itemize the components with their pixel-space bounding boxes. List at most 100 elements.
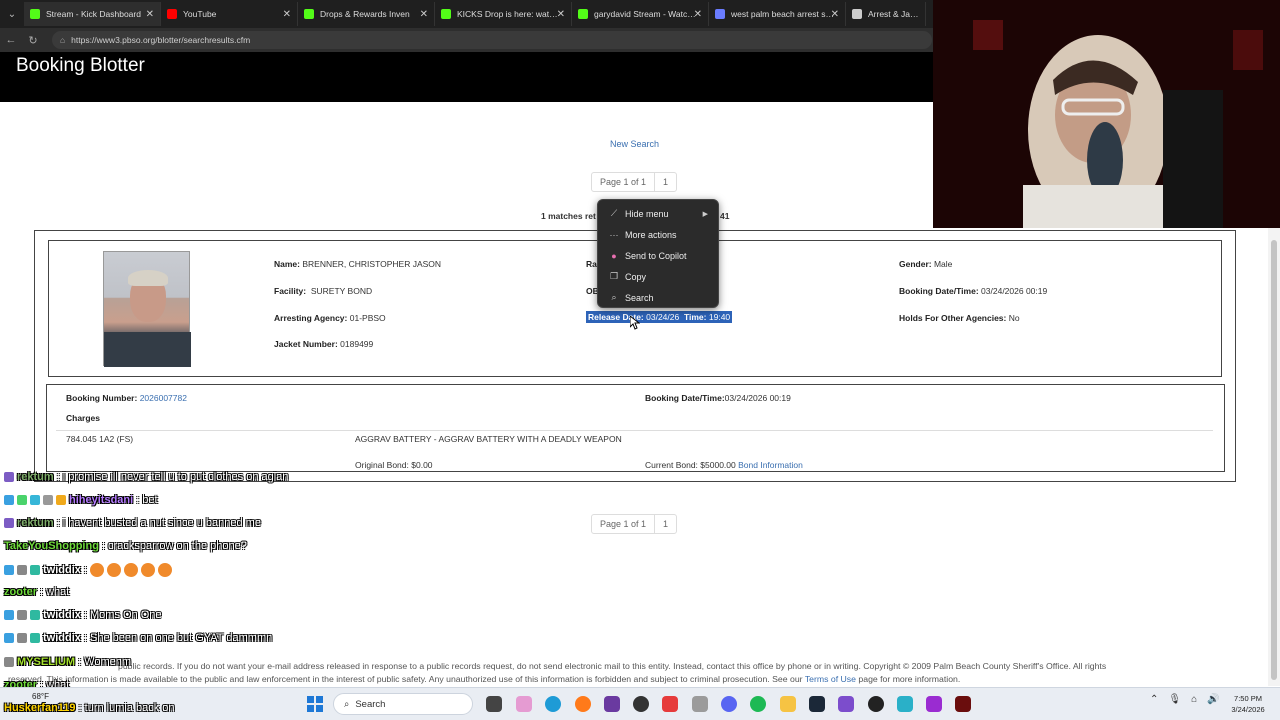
windows-start-icon[interactable] (307, 696, 323, 712)
pager-label: Page 1 of 1 (600, 519, 647, 529)
tab-garydavid[interactable]: garydavid Stream - Watch Li ✕ (572, 2, 709, 26)
tab-label: Stream - Kick Dashboard (46, 9, 141, 19)
chat-username[interactable]: twiddix (43, 564, 81, 576)
close-icon[interactable]: ✕ (831, 9, 839, 20)
copilot-icon[interactable] (516, 696, 532, 712)
chat-username[interactable]: hiheyitsdani (69, 494, 133, 506)
chat-username[interactable]: TakeYouShopping (4, 540, 99, 552)
menu-item-send-to-copilot[interactable]: ● Send to Copilot (598, 245, 718, 266)
badge-icon (4, 657, 14, 667)
close-icon[interactable]: ✕ (146, 9, 154, 20)
chat-username[interactable]: rektum (17, 471, 54, 483)
chevron-up-icon[interactable]: ⌃ (1150, 694, 1158, 705)
chat-username[interactable]: twiddix (43, 632, 81, 644)
new-search-link[interactable]: New Search (610, 139, 659, 149)
mugshot-photo (103, 251, 191, 367)
app-icon[interactable] (897, 696, 913, 712)
chat-username[interactable]: MYSELIUM (17, 656, 75, 668)
pager-bottom: Page 1 of 1 1 (591, 514, 678, 534)
name-field: Name: BRENNER, CHRISTOPHER JASON (274, 259, 442, 269)
copy-icon: ❐ (609, 271, 619, 281)
chat-text: : i promise ill never tell u to put clot… (56, 471, 289, 483)
chat-username[interactable]: zooter (4, 586, 37, 598)
discord-icon[interactable] (721, 696, 737, 712)
app-icon[interactable] (868, 696, 884, 712)
url-field[interactable]: ⌂ https://www3.pbso.org/blotter/searchre… (52, 31, 932, 49)
chat-message: zooter : what (4, 586, 69, 598)
chat-text: : what (40, 586, 70, 598)
taskbar-clock[interactable]: 7:50 PM 3/24/2026 (1224, 693, 1272, 715)
tab-search[interactable]: west palm beach arrest sear ✕ (709, 2, 846, 26)
badge-icon (4, 633, 14, 643)
scrollbar-thumb[interactable] (1271, 240, 1277, 680)
app-icon[interactable] (692, 696, 708, 712)
app-icon[interactable] (662, 696, 678, 712)
jacket-number-field: Jacket Number: 0189499 (274, 339, 374, 349)
chat-username[interactable]: twiddix (43, 609, 81, 621)
tab-youtube[interactable]: YouTube ✕ (161, 2, 298, 26)
mouse-cursor-icon (630, 316, 640, 330)
badge-icon (4, 610, 14, 620)
tab-actions-icon[interactable]: ⌄ (0, 0, 24, 28)
holds-field: Holds For Other Agencies: No (899, 313, 1020, 323)
chat-text: : i havent busted a nut since u banned m… (56, 517, 261, 529)
volume-icon[interactable]: 🔊 (1207, 694, 1219, 705)
pager-page-1[interactable]: 1 (654, 515, 676, 533)
app-icon[interactable] (838, 696, 854, 712)
vertical-scrollbar[interactable] (1268, 228, 1280, 686)
firefox-icon[interactable] (575, 696, 591, 712)
chat-message: twiddix : (4, 563, 175, 577)
menu-item-search[interactable]: ⌕ Search (598, 287, 718, 308)
pager-page-1[interactable]: 1 (654, 173, 676, 191)
tab-kicks-drop[interactable]: KICKS Drop is here: watch, e ✕ (435, 2, 572, 26)
chat-username[interactable]: Huskerfan119 (4, 702, 76, 714)
chat-text: : bet (136, 494, 158, 506)
microphone-icon[interactable]: 🎙 (1168, 694, 1181, 705)
youtube-icon (167, 9, 177, 19)
close-icon[interactable]: ✕ (420, 9, 428, 20)
app-icon[interactable] (926, 696, 942, 712)
close-icon[interactable]: ✕ (557, 9, 565, 20)
close-icon[interactable]: ✕ (694, 9, 702, 20)
file-explorer-icon[interactable] (780, 696, 796, 712)
current-bond: Current Bond: $5000.00 Bond Information (645, 460, 803, 470)
weather-widget[interactable]: 68°F (32, 692, 49, 701)
more-icon: ··· (609, 229, 619, 240)
app-icon[interactable] (604, 696, 620, 712)
tab-arrest-jail[interactable]: Arrest & Jail - F (846, 2, 926, 26)
footer-line-2: reserved. This information is made avail… (8, 674, 961, 684)
site-info-icon[interactable]: ⌂ (60, 35, 65, 45)
menu-item-more-actions[interactable]: ··· More actions (598, 224, 718, 245)
chat-text: : She been on one but GYAT dammmn (83, 632, 273, 644)
refresh-icon[interactable]: ↻ (22, 34, 44, 47)
laughing-emoji-icon (107, 563, 122, 577)
booking-number-link[interactable]: 2026007782 (140, 393, 187, 403)
chat-username[interactable]: rektum (17, 517, 54, 529)
spotify-icon[interactable] (750, 696, 766, 712)
bond-information-link[interactable]: Bond Information (738, 460, 803, 470)
app-icon[interactable] (955, 696, 971, 712)
menu-item-copy[interactable]: ❐ Copy (598, 266, 718, 287)
laughing-emoji-icon (141, 563, 156, 577)
tab-kick-dashboard[interactable]: Stream - Kick Dashboard ✕ (24, 2, 161, 26)
clock-time: 7:50 PM (1234, 694, 1262, 703)
back-icon[interactable]: ← (0, 34, 22, 46)
taskbar-search-input[interactable]: ⌕ Search (333, 693, 473, 715)
tab-drops[interactable]: Drops & Rewards Inven ✕ (298, 2, 435, 26)
terms-of-use-link[interactable]: Terms of Use (805, 674, 856, 684)
divider (56, 430, 1213, 431)
chat-message: Huskerfan119 : turn lumia back on (4, 702, 175, 714)
menu-item-hide-menu[interactable]: ⟋ Hide menu ▶ (598, 203, 718, 224)
release-date-selection[interactable]: Release Date: 03/24/26 Time: 19:40 (586, 311, 733, 323)
steam-icon[interactable] (809, 696, 825, 712)
network-icon[interactable]: ⌂ (1191, 694, 1197, 705)
edge-icon[interactable] (545, 696, 561, 712)
facility-field: Facility: SURETY BOND (274, 286, 373, 296)
chat-message: TakeYouShopping : cracksparrow on the ph… (4, 540, 247, 552)
matches-tail: 41 (720, 211, 730, 221)
hide-icon: ⟋ (610, 208, 618, 218)
obs-icon[interactable] (633, 696, 649, 712)
charge-description: AGGRAV BATTERY - AGGRAV BATTERY WITH A D… (355, 434, 622, 444)
task-view-icon[interactable] (486, 696, 502, 712)
close-icon[interactable]: ✕ (283, 9, 291, 20)
